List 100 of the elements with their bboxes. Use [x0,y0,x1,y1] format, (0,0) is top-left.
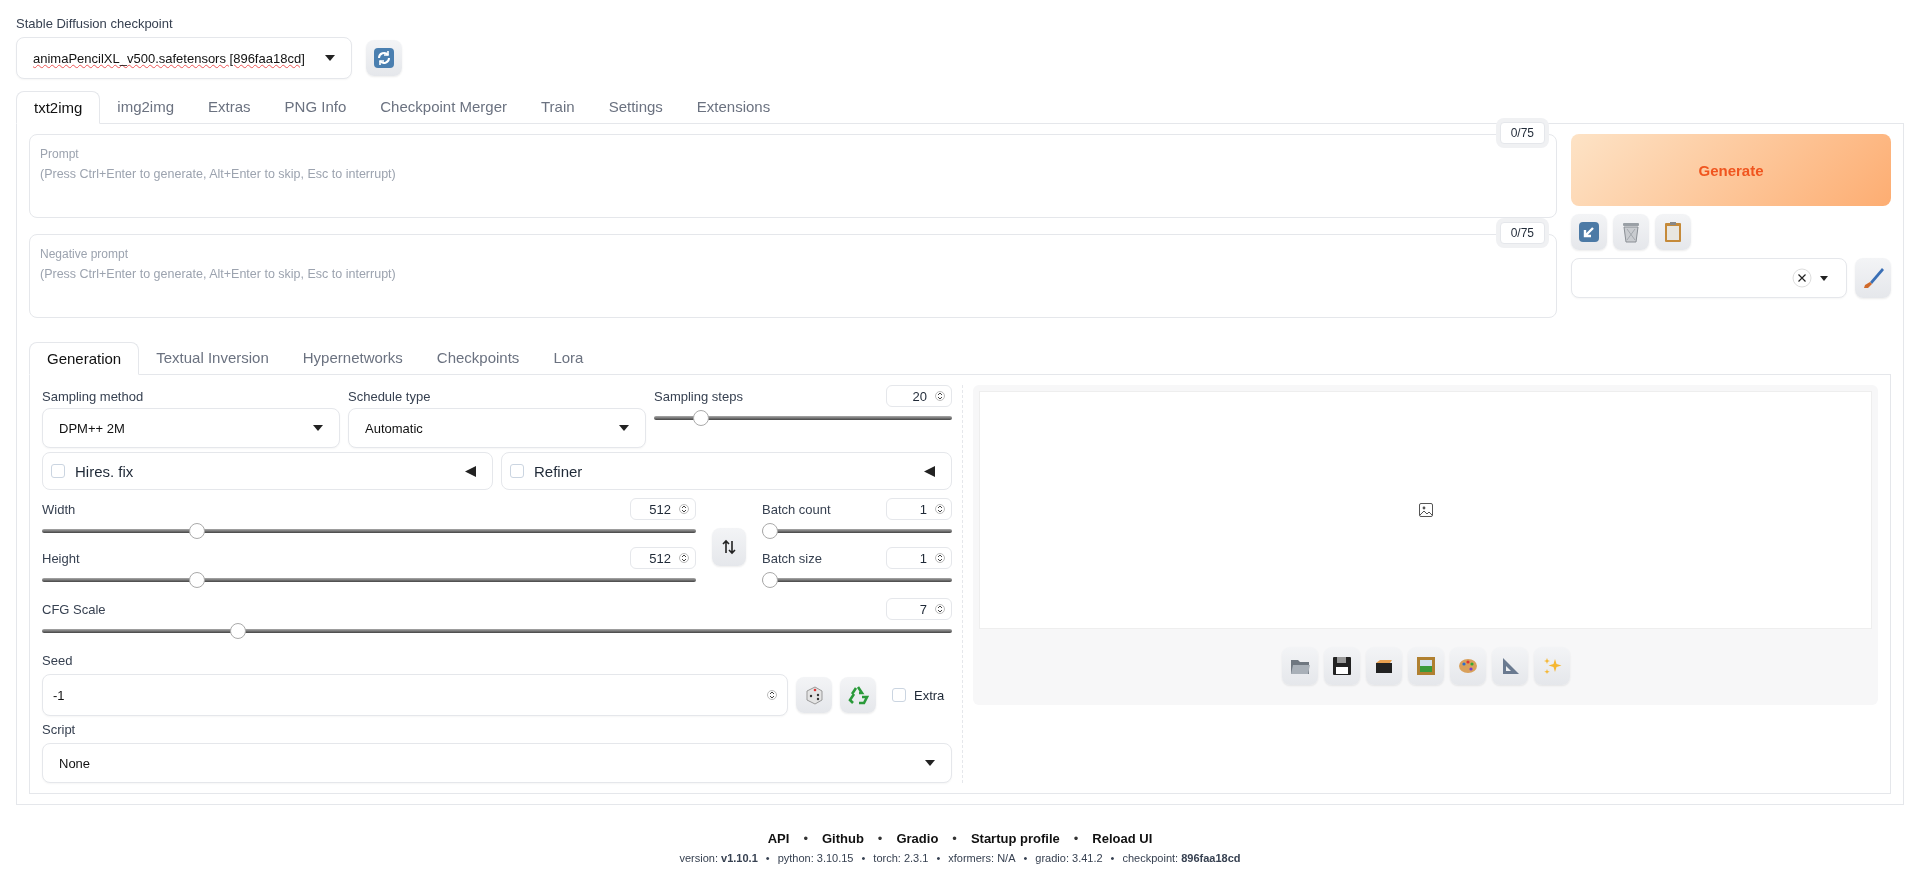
paint-button[interactable] [1855,258,1891,298]
swap-icon [721,539,737,555]
tab[interactable]: Settings [591,91,680,124]
prompt-input[interactable]: (Press Ctrl+Enter to generate, Alt+Enter to skip, Esc to interrupt) [40,167,1546,207]
spinner-icon [679,551,689,565]
clear-icon[interactable] [1792,268,1812,288]
field-label: Negative prompt [40,247,130,261]
open-folder-button[interactable] [1281,647,1318,685]
slider-thumb[interactable] [188,572,205,588]
checkbox-label: Extra [914,687,945,703]
separator-dot: • [765,852,770,864]
slider-thumb[interactable] [762,572,778,588]
slider-thumb[interactable] [693,410,710,426]
checkbox[interactable] [510,464,524,478]
checkbox[interactable] [51,464,65,478]
prompt-input[interactable]: (Press Ctrl+Enter to generate, Alt+Enter to skip, Esc to interrupt) [40,267,1546,307]
read-params-button[interactable] [1571,214,1607,250]
number-field[interactable]: 512 [630,498,696,520]
random-seed-button[interactable] [796,677,832,713]
tab[interactable]: Hypernetworks [285,342,420,375]
tab[interactable]: Generation [29,342,140,375]
schedule-dropdown[interactable]: Automatic [348,408,646,448]
slider-label: Sampling steps [654,389,743,404]
footer-link[interactable]: Github [821,831,864,846]
slider-thumb[interactable] [762,523,778,539]
slider-label: Width [42,502,76,517]
zip-button[interactable] [1365,647,1402,685]
image-icon [1417,502,1434,518]
send-to-img2img-button[interactable] [1407,647,1444,685]
number-field[interactable]: 7 [886,598,952,620]
tab[interactable]: Lora [536,342,601,375]
accordion-header[interactable]: Refiner [501,452,952,490]
clear-button[interactable] [1613,214,1649,250]
dice-icon [803,684,825,706]
checkbox[interactable] [892,688,906,702]
refresh-button[interactable] [366,40,402,76]
slider-thumb[interactable] [188,523,205,539]
tab[interactable]: txt2img [16,91,101,124]
reuse-seed-button[interactable] [840,677,876,713]
separator-dot: • [936,852,941,864]
field-label: Seed [42,653,74,668]
field-label: Schedule type [348,389,432,404]
separator-dot: • [1110,852,1115,864]
spinner-icon [935,389,945,403]
tab[interactable]: Extras [191,91,268,124]
number-field[interactable]: 1 [886,547,952,569]
slider[interactable] [42,623,952,639]
slider[interactable] [762,523,952,539]
checkpoint-dropdown[interactable]: animaPencilXL_v500.safetensors [896faa18cd] [16,37,352,79]
version-info: xformers: N/A [948,852,1016,864]
swap-button[interactable] [712,528,746,566]
tab[interactable]: Train [524,91,592,124]
spinner-icon [767,688,777,702]
caret-icon [325,55,335,61]
slider[interactable] [762,572,952,588]
field-label: Sampling method [42,389,145,404]
tab[interactable]: img2img [100,91,192,124]
tab[interactable]: Checkpoints [419,342,537,375]
number-field[interactable]: 512 [630,547,696,569]
footer-link[interactable]: Reload UI [1092,831,1153,846]
slider-label: CFG Scale [42,602,106,617]
accordion-header[interactable]: Hires. fix [42,452,493,490]
tab[interactable]: PNG Info [267,91,364,124]
slider-thumb[interactable] [229,623,246,639]
tab[interactable]: Checkpoint Merger [363,91,524,124]
clipboard-icon [1663,221,1683,243]
send-to-extras-button[interactable] [1491,647,1528,685]
footer-link[interactable]: Gradio [896,831,939,846]
script-dropdown[interactable]: None [42,743,952,783]
spinner-icon [935,602,945,616]
save-button[interactable] [1323,647,1360,685]
sampler-dropdown[interactable]: DPM++ 2M [42,408,340,448]
number-field[interactable]: 20 [886,385,952,407]
tab[interactable]: Extensions [679,91,788,124]
slider-label: Height [42,551,80,566]
trash-icon [1621,221,1641,243]
slider[interactable] [42,572,696,588]
field-label: Stable Diffusion checkpoint [16,16,174,31]
separator-dot: • [877,831,883,846]
slider[interactable] [654,410,952,426]
footer-link[interactable]: Startup profile [970,831,1060,846]
paintbrush-icon [1861,266,1885,290]
collapse-icon [924,465,935,477]
send-to-inpaint-button[interactable] [1449,647,1486,685]
number-field[interactable]: 1 [886,498,952,520]
version-info: checkpoint: 896faa18cd [1122,852,1241,864]
slider[interactable] [42,523,696,539]
slider-label: Batch count [762,502,831,517]
field-label: Prompt [40,147,80,161]
spinner-icon [935,551,945,565]
collapse-icon [465,465,476,477]
footer-link[interactable]: API [767,831,790,846]
separator-dot: • [1073,831,1079,846]
styles-edit-button[interactable] [1655,214,1691,250]
version-info: gradio: 3.41.2 [1035,852,1103,864]
separator-dot: • [861,852,866,864]
seed-field[interactable]: -1 [42,674,788,716]
tab[interactable]: Textual Inversion [139,342,286,375]
version-info: torch: 2.3.1 [873,852,929,864]
field-label: Script [42,722,77,737]
